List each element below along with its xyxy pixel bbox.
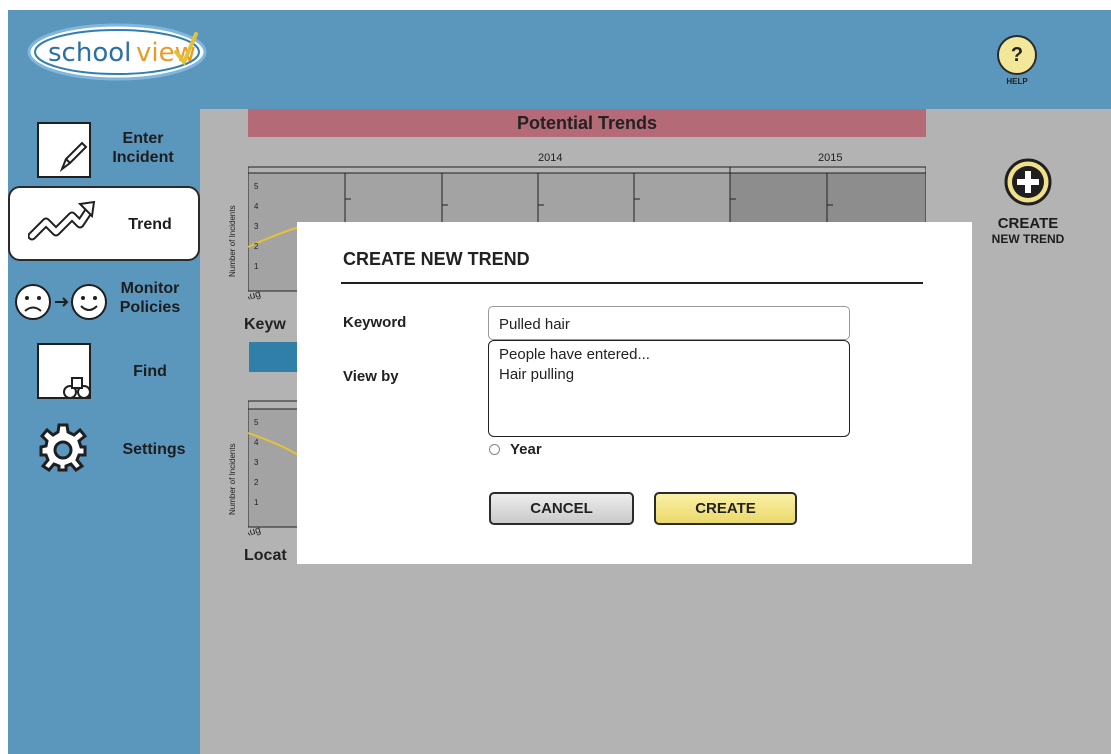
new-trend-label: NEW TREND <box>991 232 1065 246</box>
y-tick-4: 4 <box>254 202 259 211</box>
help-icon[interactable]: ? <box>997 35 1037 75</box>
sidebar-item-find[interactable]: Find <box>8 338 200 408</box>
y-axis-label: Number of Incidents <box>228 205 237 277</box>
year-label-2015: 2015 <box>818 152 842 164</box>
sidebar-label-line1: Enter <box>122 130 164 147</box>
section-label-location: Locat <box>244 547 287 564</box>
sidebar-label-find: Find <box>133 363 167 380</box>
plus-circle-icon <box>1004 158 1052 206</box>
y-tick-5: 5 <box>254 418 259 427</box>
gear-icon <box>39 423 88 472</box>
sidebar-item-trend[interactable]: Trend <box>8 186 200 261</box>
suggestion-item[interactable]: People have entered... <box>499 345 839 365</box>
keyword-input[interactable]: Pulled hair <box>488 306 850 340</box>
create-trend-label: CREATE <box>997 215 1059 232</box>
potential-trends-header: Potential Trends <box>248 109 926 137</box>
title-divider <box>341 282 923 284</box>
sidebar-item-enter-incident[interactable]: Enter Incident <box>8 115 200 185</box>
keyword-suggestions-dropdown[interactable]: People have entered... Hair pulling <box>488 340 850 437</box>
pencil-note-icon <box>37 122 91 178</box>
viewby-label: View by <box>343 368 399 385</box>
keyword-label: Keyword <box>343 314 407 331</box>
modal-title: CREATE NEW TREND <box>343 249 530 269</box>
y-tick-3: 3 <box>254 458 259 467</box>
sidebar-label-line2: Incident <box>112 149 174 166</box>
cancel-button[interactable]: CANCEL <box>489 492 634 525</box>
y-tick-4: 4 <box>254 438 259 447</box>
sidebar-label-settings: Settings <box>122 441 186 458</box>
y-tick-2: 2 <box>254 242 259 251</box>
sad-to-happy-icon <box>15 284 107 320</box>
sidebar-label-line2: Policies <box>119 299 181 316</box>
radio-circle-icon[interactable] <box>489 444 500 456</box>
suggestion-item[interactable]: Hair pulling <box>499 365 839 385</box>
year-option-label: Year <box>510 441 542 459</box>
y-tick-1: 1 <box>254 498 259 507</box>
sidebar-item-settings[interactable]: Settings <box>8 412 200 482</box>
sidebar-label-trend: Trend <box>128 216 172 233</box>
create-trend-modal: CREATE NEW TREND Keyword Pulled hair Vie… <box>297 222 972 564</box>
y-tick-5: 5 <box>254 182 259 191</box>
schoolview-logo[interactable]: school view <box>26 22 208 82</box>
sidebar-item-monitor-policies[interactable]: Monitor Policies <box>8 268 200 338</box>
y-tick-2: 2 <box>254 478 259 487</box>
binoculars-icon <box>37 343 91 399</box>
create-new-trend-button[interactable]: CREATE NEW TREND <box>983 158 1073 246</box>
y-tick-1: 1 <box>254 262 259 271</box>
viewby-year-radio[interactable]: Year <box>489 441 542 459</box>
y-tick-3: 3 <box>254 222 259 231</box>
trend-arrow-icon <box>28 200 96 241</box>
sidebar-label-line1: Monitor <box>120 280 180 297</box>
help-label: HELP <box>1006 77 1028 86</box>
section-label-keyword: Keyw <box>244 316 286 333</box>
logo-text-school: school <box>48 38 131 68</box>
year-label-2014: 2014 <box>538 152 562 164</box>
help-button[interactable]: ? HELP <box>993 35 1041 86</box>
create-button[interactable]: CREATE <box>654 492 797 525</box>
y-axis-label-2: Number of Incidents <box>228 443 237 515</box>
